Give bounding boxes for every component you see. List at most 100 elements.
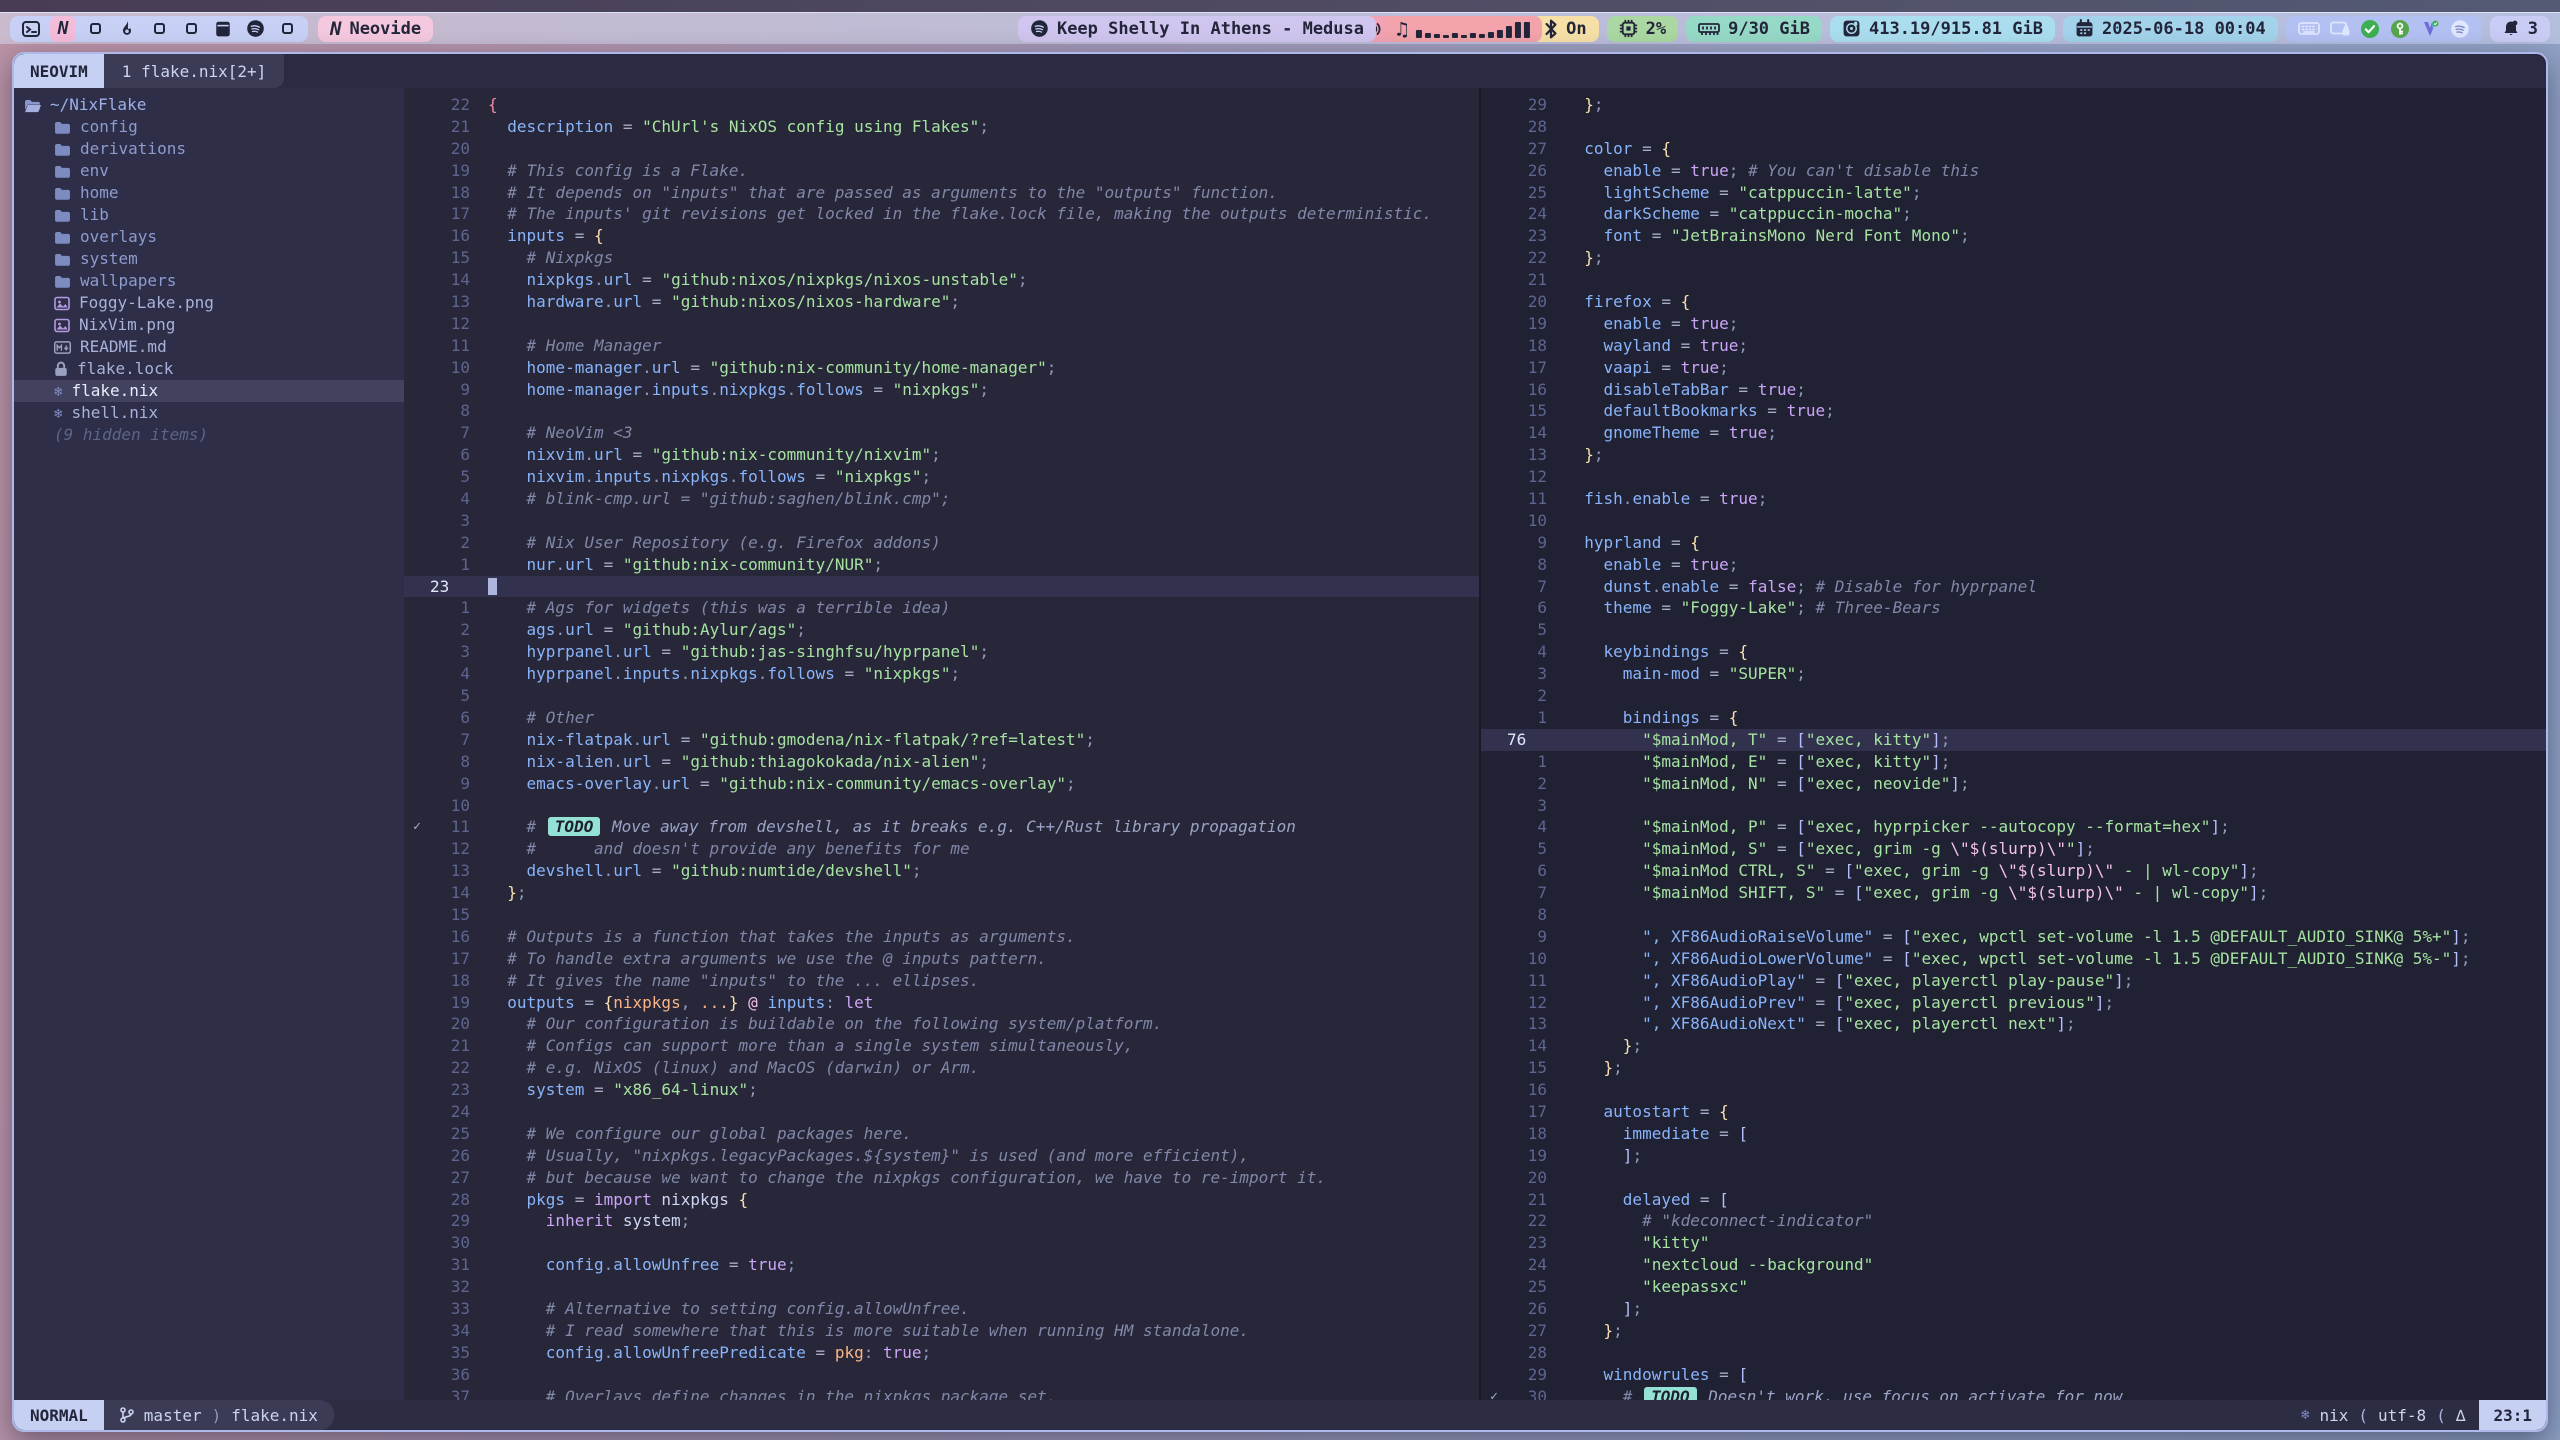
right-pane-line[interactable]: 10 ", XF86AudioLowerVolume" = ["exec, wp… [1481,948,2546,970]
memory-widget[interactable]: 9/30 GiB [1686,16,1822,42]
left-pane-line[interactable]: 21 description = "ChUrl's NixOS config u… [404,116,1479,138]
right-pane-line[interactable]: 17 autostart = { [1481,1101,2546,1123]
right-pane-line[interactable]: 17 vaapi = true; [1481,357,2546,379]
right-pane-line[interactable]: 20 [1481,1167,2546,1189]
left-pane-line[interactable]: 5 nixvim.inputs.nixpkgs.follows = "nixpk… [404,466,1479,488]
tree-item-lib[interactable]: lib [14,204,404,226]
left-pane-line[interactable]: 3 [404,510,1479,532]
left-pane-line[interactable]: 7 nix-flatpak.url = "github:gmodena/nix-… [404,729,1479,751]
right-pane-line[interactable]: 9 hyprland = { [1481,532,2546,554]
right-pane-line[interactable]: 24 darkScheme = "catppuccin-mocha"; [1481,203,2546,225]
left-pane-line[interactable]: 22{ [404,94,1479,116]
tab-flake-nix[interactable]: 1 flake.nix[2+] [104,54,285,88]
tree-item--nixflake[interactable]: ~/NixFlake [14,94,404,116]
workspace-6-empty[interactable] [178,16,204,42]
right-pane-line[interactable]: 29 }; [1481,94,2546,116]
right-pane-line[interactable]: 5 [1481,619,2546,641]
tree-item-flake-nix[interactable]: ❄flake.nix [14,380,404,402]
right-pane-line[interactable]: 25 "keepassxc" [1481,1276,2546,1298]
right-pane-line[interactable]: 14 }; [1481,1035,2546,1057]
left-pane-line[interactable]: 19 # This config is a Flake. [404,160,1479,182]
left-pane-line[interactable]: 2 # Nix User Repository (e.g. Firefox ad… [404,532,1479,554]
left-pane-line[interactable]: 20 [404,138,1479,160]
left-pane-line[interactable]: 15 [404,904,1479,926]
workspace-7-book[interactable] [210,16,236,42]
left-pane-line[interactable]: 20 # Our configuration is buildable on t… [404,1013,1479,1035]
right-pane-line[interactable]: 18 wayland = true; [1481,335,2546,357]
left-pane-line[interactable]: 12 # and doesn't provide any benefits fo… [404,838,1479,860]
tree-item-config[interactable]: config [14,116,404,138]
left-pane-line[interactable]: 15 # Nixpkgs [404,247,1479,269]
left-pane-line[interactable]: 31 config.allowUnfree = true; [404,1254,1479,1276]
tree-item-shell-nix[interactable]: ❄shell.nix [14,402,404,424]
right-pane-line[interactable]: 19 ]; [1481,1145,2546,1167]
left-pane-line[interactable]: 9 emacs-overlay.url = "github:nix-commun… [404,773,1479,795]
right-pane-line[interactable]: 2 "$mainMod, N" = ["exec, neovide"]; [1481,773,2546,795]
right-pane-line[interactable]: 25 lightScheme = "catppuccin-latte"; [1481,182,2546,204]
left-pane-line[interactable]: 9 home-manager.inputs.nixpkgs.follows = … [404,379,1479,401]
code-pane-right[interactable]: 29 };2827 color = {26 enable = true; # Y… [1481,88,2546,1400]
right-pane-line[interactable]: 12 [1481,466,2546,488]
right-pane-line[interactable]: 18 immediate = [ [1481,1123,2546,1145]
left-pane-line[interactable]: 13 hardware.url = "github:nixos/nixos-ha… [404,291,1479,313]
left-pane-line[interactable]: 23 system = "x86_64-linux"; [404,1079,1479,1101]
left-pane-line[interactable]: 17 # The inputs' git revisions get locke… [404,203,1479,225]
right-pane-line[interactable]: 8 enable = true; [1481,554,2546,576]
left-pane-line[interactable]: 33 # Alternative to setting config.allow… [404,1298,1479,1320]
visualizer-widget[interactable]: ♫ [1384,16,1542,42]
tray-check-circle-icon[interactable] [2360,19,2380,39]
right-pane-line[interactable]: 10 [1481,510,2546,532]
right-pane-line[interactable]: 7 "$mainMod SHIFT, S" = ["exec, grim -g … [1481,882,2546,904]
left-pane-line[interactable]: 22 # e.g. NixOS (linux) and MacOS (darwi… [404,1057,1479,1079]
right-pane-line[interactable]: 6 "$mainMod CTRL, S" = ["exec, grim -g \… [1481,860,2546,882]
notifications-widget[interactable]: 3 [2490,16,2550,42]
right-pane-line[interactable]: ✓30 # TODO Doesn't work, use focus_on_ac… [1481,1386,2546,1400]
tree-item-nixvim-png[interactable]: NixVim.png [14,314,404,336]
tree-item-derivations[interactable]: derivations [14,138,404,160]
left-pane-line[interactable]: 10 [404,795,1479,817]
tree-item-wallpapers[interactable]: wallpapers [14,270,404,292]
tray-spotify-icon[interactable] [2450,19,2470,39]
workspace-1-terminal[interactable] [18,16,44,42]
left-pane-line[interactable]: 4 hyprpanel.inputs.nixpkgs.follows = "ni… [404,663,1479,685]
right-pane-line[interactable]: 28 [1481,1342,2546,1364]
left-pane-line[interactable]: 6 nixvim.url = "github:nix-community/nix… [404,444,1479,466]
left-pane-line[interactable]: 12 [404,313,1479,335]
right-pane-line[interactable]: 14 gnomeTheme = true; [1481,422,2546,444]
right-pane-line[interactable]: 15 }; [1481,1057,2546,1079]
right-pane-line[interactable]: 11 fish.enable = true; [1481,488,2546,510]
right-pane-line[interactable]: 4 "$mainMod, P" = ["exec, hyprpicker --a… [1481,816,2546,838]
left-pane-line[interactable]: 24 [404,1101,1479,1123]
right-pane-line[interactable]: 4 keybindings = { [1481,641,2546,663]
right-pane-line[interactable]: 16 disableTabBar = true; [1481,379,2546,401]
tray-key-icon[interactable] [2390,19,2410,39]
left-pane-line[interactable]: 32 [404,1276,1479,1298]
right-pane-line[interactable]: 16 [1481,1079,2546,1101]
left-pane-line[interactable]: 23 [404,576,1479,598]
left-pane-line[interactable]: 1 nur.url = "github:nix-community/NUR"; [404,554,1479,576]
tray-keyboard-icon[interactable] [2298,20,2320,37]
tree-item-readme-md[interactable]: README.md [14,336,404,358]
left-pane-line[interactable]: 2 ags.url = "github:Aylur/ags"; [404,619,1479,641]
left-pane-line[interactable]: 3 hyprpanel.url = "github:jas-singhfsu/h… [404,641,1479,663]
right-pane-line[interactable]: 11 ", XF86AudioPlay" = ["exec, playerctl… [1481,970,2546,992]
workspace-8-spotify[interactable] [242,16,268,42]
right-pane-line[interactable]: 24 "nextcloud --background" [1481,1254,2546,1276]
left-pane-line[interactable]: ✓11 # TODO Move away from devshell, as i… [404,816,1479,838]
media-title-widget[interactable]: Keep Shelly In Athens - Medusa [1018,16,1376,42]
right-pane-line[interactable]: 22 # "kdeconnect-indicator" [1481,1210,2546,1232]
tray-vpn-icon[interactable] [2420,19,2440,39]
left-pane-line[interactable]: 34 # I read somewhere that this is more … [404,1320,1479,1342]
left-pane-line[interactable]: 16 inputs = { [404,225,1479,247]
tree-item-foggy-lake-png[interactable]: Foggy-Lake.png [14,292,404,314]
clock-widget[interactable]: 2025-06-18 00:04 [2063,16,2278,42]
right-pane-line[interactable]: 26 enable = true; # You can't disable th… [1481,160,2546,182]
left-pane-line[interactable]: 4 # blink-cmp.url = "github:saghen/blink… [404,488,1479,510]
tray-screenshot-icon[interactable] [2330,20,2350,37]
left-pane-line[interactable]: 27 # but because we want to change the n… [404,1167,1479,1189]
right-pane-line[interactable]: 3 [1481,795,2546,817]
left-pane-line[interactable]: 13 devshell.url = "github:numtide/devshe… [404,860,1479,882]
left-pane-line[interactable]: 36 [404,1364,1479,1386]
left-pane-line[interactable]: 7 # NeoVim <3 [404,422,1479,444]
right-pane-line[interactable]: 1 bindings = { [1481,707,2546,729]
